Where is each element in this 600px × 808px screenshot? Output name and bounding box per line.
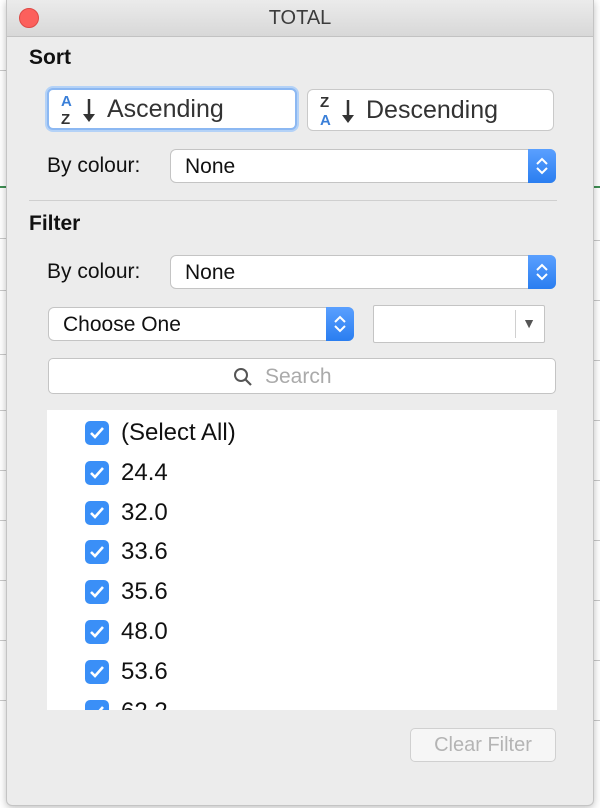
checkbox[interactable] [85,620,109,644]
sort-ascending-button[interactable]: A Z Ascending [47,88,297,130]
checkbox[interactable] [85,421,109,445]
filter-values-list[interactable]: (Select All) 24.4 32.0 33.6 35.6 48.0 53… [47,410,557,710]
condition-value-combo[interactable]: ▼ [373,305,545,343]
checkbox[interactable] [85,660,109,684]
list-item[interactable]: 33.6 [85,534,168,570]
sort-descending-icon: Z A [320,94,354,129]
sort-ascending-icon: A Z [61,93,95,128]
condition-value: Choose One [63,313,181,336]
search-input[interactable]: Search [48,358,556,394]
dropdown-arrow-icon[interactable]: ▼ [522,315,536,331]
list-item[interactable]: 53.6 [85,654,168,690]
checkmark-icon [90,666,104,678]
filter-by-colour-select[interactable]: None [170,255,556,289]
search-placeholder: Search [265,365,332,388]
checkbox[interactable] [85,540,109,564]
checkbox[interactable] [85,580,109,604]
sort-heading: Sort [29,46,71,69]
list-item-label: 32.0 [121,499,168,526]
sort-descending-label: Descending [366,95,499,124]
svg-text:A: A [320,112,331,129]
filter-by-colour-label: By colour: [47,260,141,283]
checkbox[interactable] [85,461,109,485]
checkmark-icon [90,467,104,479]
sort-descending-button[interactable]: Z A Descending [307,89,554,131]
list-item-label: (Select All) [121,419,236,446]
checkmark-icon [90,586,104,598]
sort-by-colour-label: By colour: [47,154,141,177]
checkbox[interactable] [85,501,109,525]
clear-filter-button[interactable]: Clear Filter [410,728,556,762]
list-item-select-all[interactable]: (Select All) [85,415,236,451]
svg-text:Z: Z [320,94,329,111]
stepper-icon [528,255,556,289]
checkmark-icon [90,427,104,439]
filter-popover: TOTAL Sort A Z Ascending Z A Descending … [6,0,594,806]
list-item[interactable]: 24.4 [85,455,168,491]
stepper-icon [528,149,556,183]
list-item-label: 48.0 [121,618,168,645]
list-item[interactable]: 35.6 [85,574,168,610]
checkmark-icon [90,507,104,519]
list-item[interactable]: 32.0 [85,495,168,531]
condition-select[interactable]: Choose One [48,307,354,341]
list-item-label: 62.2 [121,698,168,710]
search-icon [234,368,252,386]
checkmark-icon [98,706,104,710]
section-divider [29,200,557,201]
sort-by-colour-value: None [185,155,236,178]
window-title: TOTAL [268,7,332,29]
list-item-label: 53.6 [121,658,168,685]
svg-text:Z: Z [61,111,70,128]
list-item-label: 33.6 [121,538,168,565]
title-bar: TOTAL [7,0,593,37]
filter-by-colour-value: None [185,261,236,284]
stepper-icon [326,307,354,341]
sort-ascending-label: Ascending [107,94,224,123]
sort-by-colour-select[interactable]: None [170,149,556,183]
checkmark-icon [90,546,104,558]
list-item[interactable]: 48.0 [85,614,168,650]
checkmark-icon [90,626,104,638]
filter-heading: Filter [29,212,81,235]
list-item-label: 35.6 [121,578,168,605]
svg-text:A: A [61,93,72,110]
list-item-label: 24.4 [121,459,168,486]
checkbox[interactable] [85,700,109,710]
list-item[interactable]: 62.2 [85,694,168,710]
